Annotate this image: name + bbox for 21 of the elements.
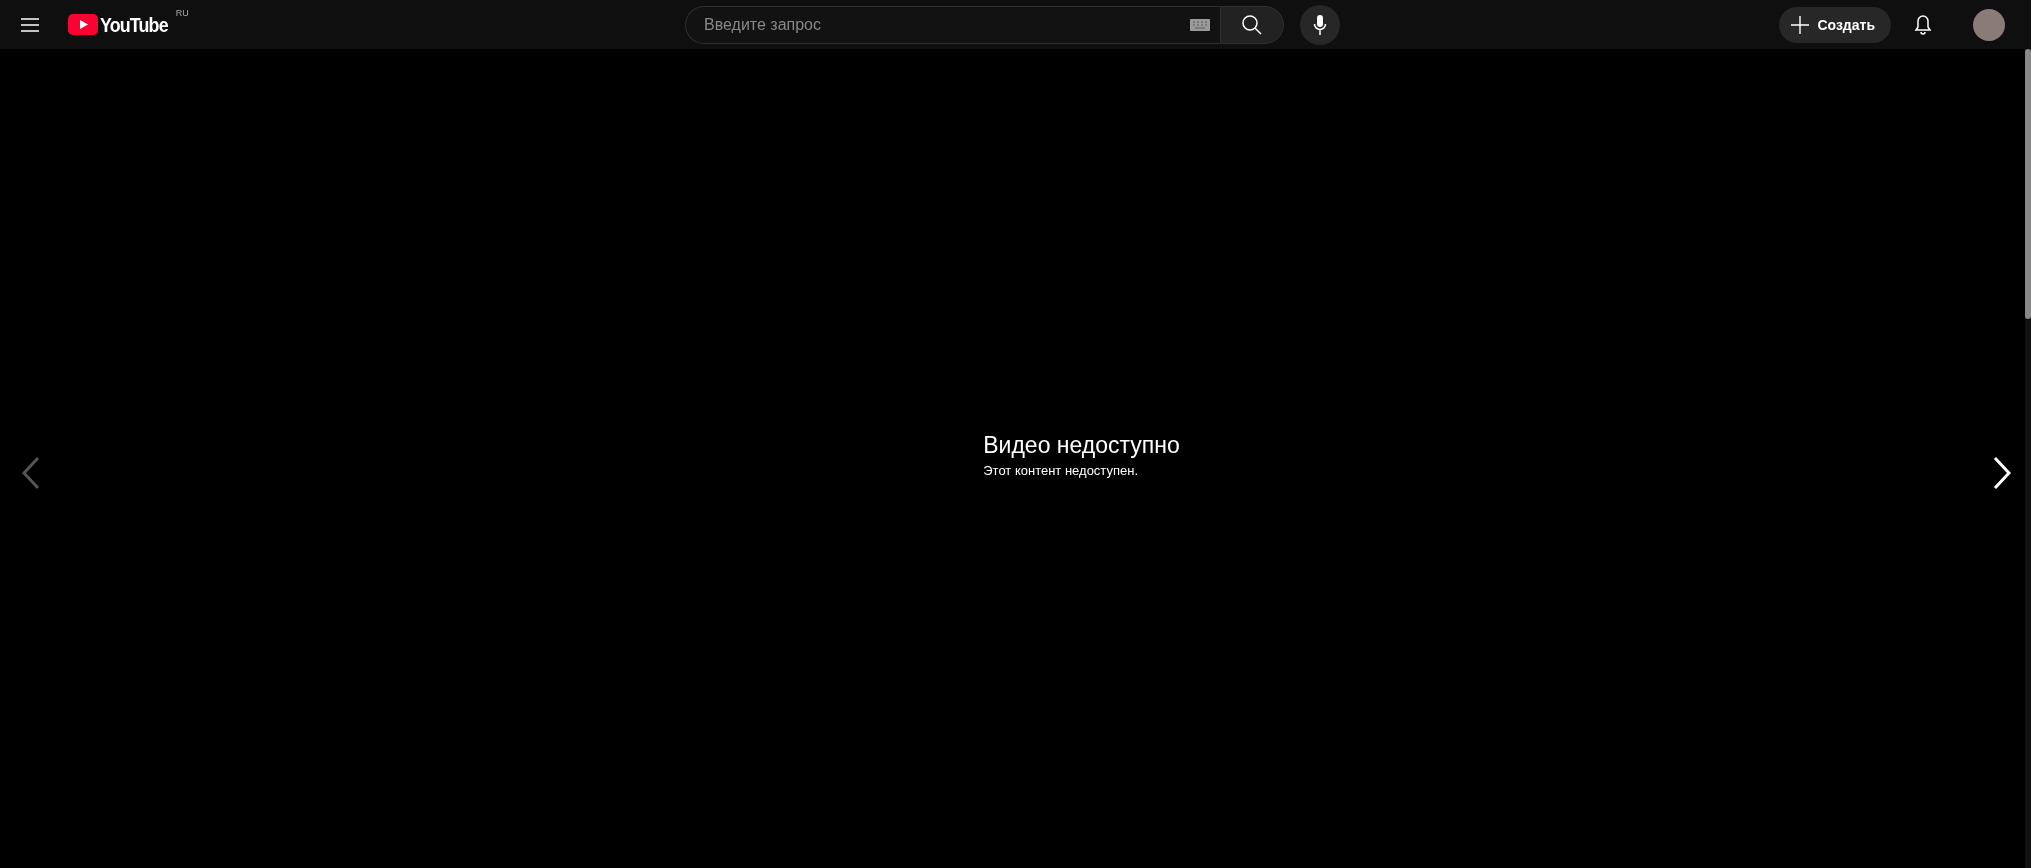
menu-icon bbox=[20, 16, 40, 33]
chevron-left-icon bbox=[22, 455, 40, 490]
search-bar[interactable]: Введите запрос bbox=[685, 5, 1220, 44]
bell-icon bbox=[1914, 13, 1932, 36]
scrollbar[interactable] bbox=[2025, 49, 2031, 868]
play-logo-icon bbox=[68, 14, 98, 35]
region-code: RU bbox=[175, 8, 189, 18]
voice-search-button[interactable] bbox=[1300, 4, 1340, 45]
video-unavailable-title: Видео недоступно bbox=[983, 431, 1180, 459]
plus-icon bbox=[1791, 15, 1810, 34]
unavailable-message: Этот контент недоступен. bbox=[983, 462, 1140, 478]
chevron-right-icon bbox=[1993, 455, 2011, 490]
avatar[interactable] bbox=[1973, 8, 2005, 41]
next-button[interactable] bbox=[1993, 455, 2011, 490]
create-button[interactable]: Создать bbox=[1779, 6, 1891, 43]
search-icon bbox=[1241, 13, 1263, 36]
search-button[interactable] bbox=[1220, 5, 1284, 44]
logo-text: YouTube bbox=[100, 14, 168, 35]
search-field[interactable]: Введите запрос bbox=[702, 14, 1190, 35]
keyboard-icon bbox=[1190, 18, 1210, 31]
microphone-icon bbox=[1313, 13, 1327, 36]
